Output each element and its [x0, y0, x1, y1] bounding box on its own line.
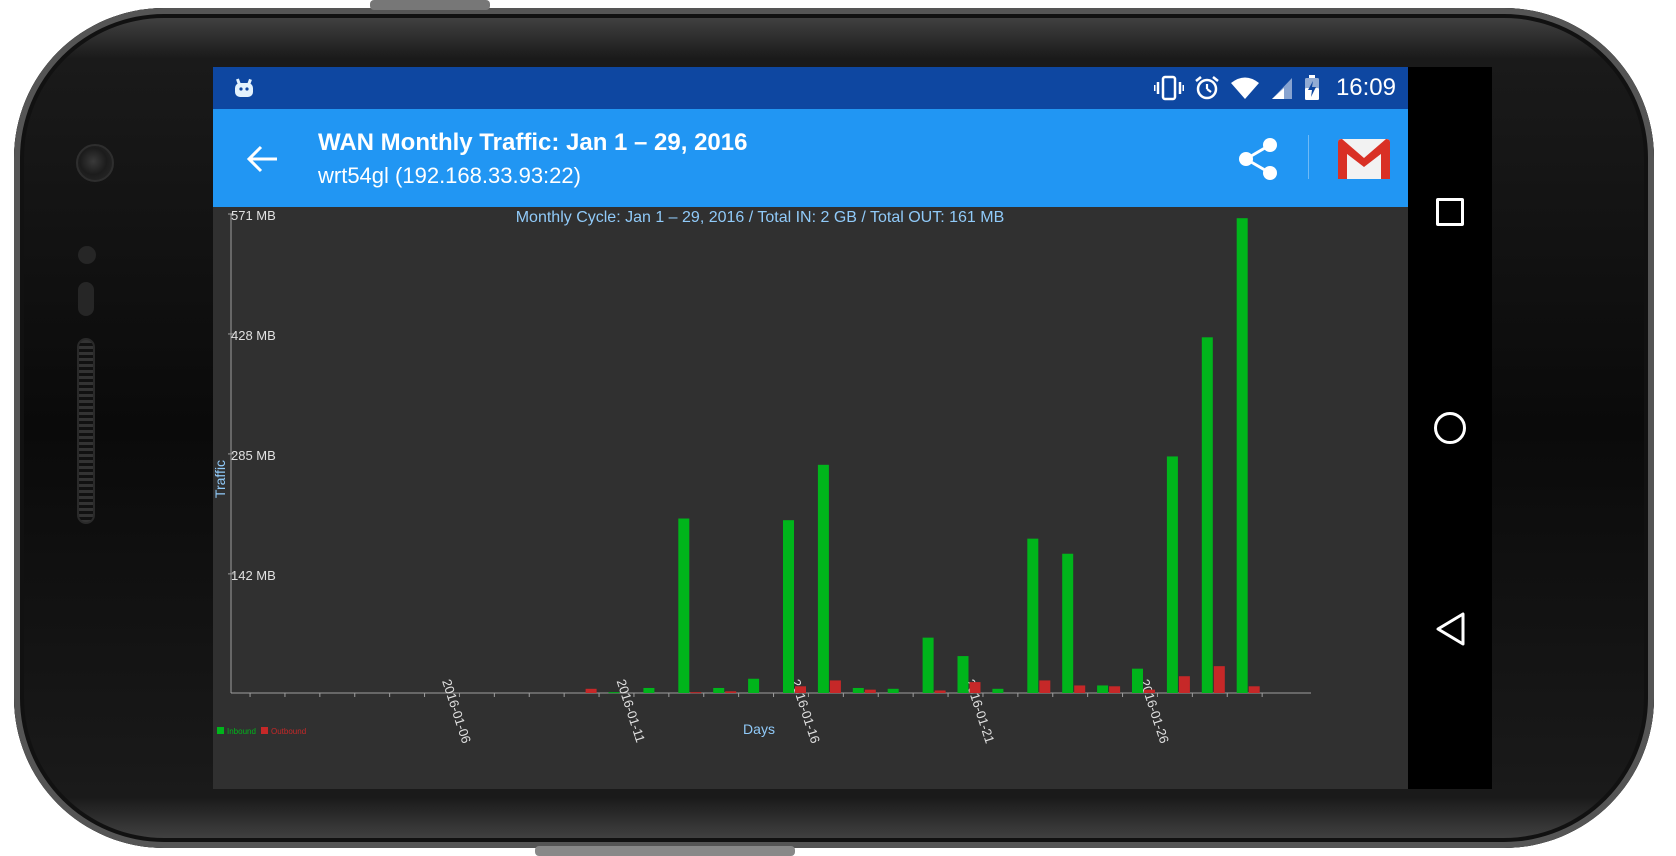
inbound-bar — [1027, 538, 1039, 693]
inbound-bar — [748, 678, 760, 693]
inbound-bar — [887, 688, 899, 693]
page-subtitle: wrt54gl (192.168.33.93:22) — [318, 163, 581, 188]
outbound-bar — [1144, 689, 1155, 693]
inbound-bar — [783, 520, 794, 693]
status-time: 16:09 — [1335, 74, 1396, 101]
page-title: WAN Monthly Traffic: Jan 1 – 29, 2016 — [318, 129, 748, 156]
outbound-bar — [690, 692, 702, 694]
x-tick-label: 2016-01-06 — [439, 677, 474, 745]
outbound-bar — [1109, 686, 1121, 693]
share-button[interactable] — [1210, 121, 1305, 196]
traffic-chart-svg: Monthly Cycle: Jan 1 – 29, 2016 / Total … — [213, 208, 1311, 745]
outbound-bar — [1213, 666, 1225, 693]
outbound-bar — [1178, 676, 1190, 693]
power-button — [370, 0, 490, 10]
earpiece-speaker — [77, 338, 95, 524]
outbound-bar — [585, 688, 597, 693]
outbound-bar — [1248, 686, 1260, 693]
x-tick-label: 2016-01-11 — [614, 677, 649, 744]
outbound-bar — [1039, 680, 1051, 693]
wifi-icon — [1230, 77, 1259, 99]
inbound-bar — [643, 687, 655, 693]
app-bar: WAN Monthly Traffic: Jan 1 – 29, 2016 wr… — [213, 109, 1408, 207]
light-sensor — [78, 282, 94, 316]
legend-swatch — [261, 727, 268, 734]
inbound-bar — [1201, 337, 1213, 693]
inbound-bar — [713, 687, 725, 693]
alarm-icon — [1195, 76, 1219, 100]
outbound-bar — [829, 680, 841, 693]
x-axis-label: Days — [743, 721, 775, 737]
gmail-button[interactable] — [1320, 121, 1408, 196]
y-tick-label: 142 MB — [231, 568, 276, 583]
y-tick-label: 428 MB — [231, 328, 276, 343]
proximity-sensor — [78, 246, 96, 264]
outbound-bar — [1074, 685, 1086, 693]
status-icons: 16:09 — [1153, 73, 1396, 103]
outbound-bar — [864, 689, 876, 693]
inbound-bar — [817, 464, 829, 693]
gmail-icon — [1338, 138, 1390, 179]
outbound-bar — [969, 682, 981, 693]
back-icon[interactable] — [1436, 612, 1466, 646]
y-axis: 571 MB 428 MB 285 MB 142 MB — [228, 208, 276, 693]
chart-bars — [585, 218, 1260, 694]
status-bar: 16:09 — [213, 67, 1408, 109]
legend-label: Inbound — [227, 727, 256, 736]
inbound-bar — [1132, 668, 1143, 693]
y-tick-label: 285 MB — [231, 448, 276, 463]
inbound-bar — [957, 656, 969, 693]
app-screen: 16:09 WAN Monthly Traffic: Jan 1 – 29, 2… — [213, 67, 1408, 789]
chart-legend: Inbound Outbound — [217, 727, 306, 736]
inbound-bar — [608, 692, 620, 694]
inbound-bar — [1062, 553, 1074, 693]
inbound-bar — [1166, 456, 1178, 693]
outbound-bar — [725, 691, 737, 693]
battery-charging-icon — [1304, 75, 1319, 100]
inbound-bar — [992, 688, 1004, 693]
signal-icon — [1271, 78, 1292, 99]
legend-swatch — [217, 727, 224, 734]
inbound-bar — [678, 518, 690, 693]
volume-button — [535, 846, 795, 856]
inbound-bar — [922, 637, 934, 693]
vibrate-icon — [1153, 75, 1184, 101]
action-divider — [1308, 135, 1309, 179]
inbound-bar — [852, 687, 864, 693]
outbound-bar — [934, 690, 946, 693]
y-axis-label: Traffic — [213, 460, 228, 498]
inbound-bar — [1236, 218, 1248, 693]
android-icon — [235, 78, 253, 97]
traffic-chart: Monthly Cycle: Jan 1 – 29, 2016 / Total … — [213, 207, 1408, 789]
inbound-bar — [1097, 685, 1109, 693]
front-camera — [76, 144, 114, 182]
arrow-back-icon[interactable] — [243, 139, 283, 179]
home-icon[interactable] — [1434, 412, 1466, 444]
legend-label: Outbound — [271, 727, 306, 736]
y-tick-label: 571 MB — [231, 208, 276, 223]
recents-icon[interactable] — [1436, 198, 1464, 226]
share-icon — [1238, 137, 1277, 180]
chart-title: Monthly Cycle: Jan 1 – 29, 2016 / Total … — [516, 209, 1005, 226]
outbound-bar — [795, 686, 806, 693]
